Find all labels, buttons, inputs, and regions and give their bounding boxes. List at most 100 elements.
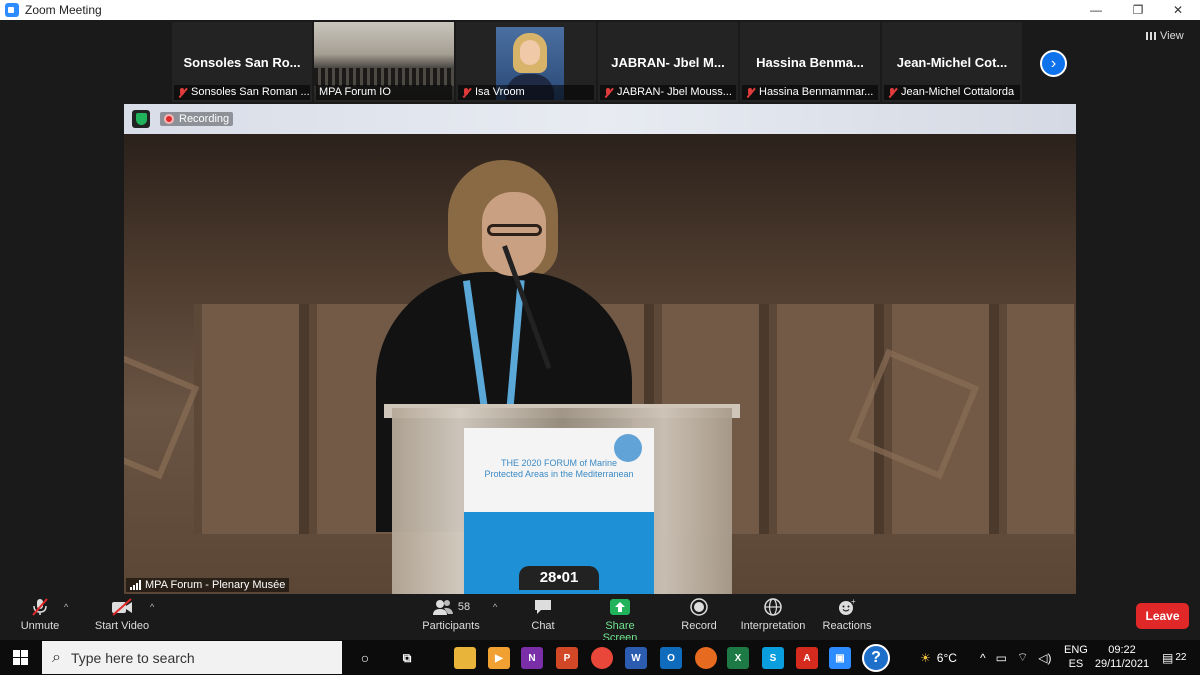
participants-options-caret[interactable]: ^	[493, 602, 497, 612]
leave-button[interactable]: Leave	[1136, 603, 1189, 629]
window-titlebar: Zoom Meeting — ❐ ✕	[0, 0, 1200, 20]
recording-indicator[interactable]: Recording	[160, 112, 234, 126]
poster-date: 28•01	[519, 566, 599, 590]
search-placeholder: Type here to search	[70, 649, 195, 666]
onenote-icon[interactable]: N	[521, 647, 543, 669]
windows-logo-icon	[12, 650, 28, 665]
participant-tile[interactable]: Sonsoles San Ro... Sonsoles San Roman ..…	[172, 22, 312, 102]
start-video-button[interactable]: Start Video	[92, 598, 152, 632]
participant-name: JABRAN- Jbel M...	[611, 55, 725, 70]
outlook-icon[interactable]: O	[660, 647, 682, 669]
mic-muted-icon	[31, 598, 49, 616]
zoom-logo-icon	[5, 3, 19, 17]
battery-icon[interactable]: ▭	[996, 651, 1007, 665]
window-title: Zoom Meeting	[25, 3, 102, 17]
taskbar-search-box[interactable]: ⌕ Type here to search	[42, 641, 342, 674]
audio-options-caret[interactable]: ^	[64, 602, 68, 612]
participant-caption-text: Hassina Benmammar...	[759, 86, 874, 98]
record-icon	[690, 598, 708, 616]
participant-caption: Isa Vroom	[458, 85, 594, 100]
participant-tile[interactable]: Hassina Benma... Hassina Benmammar...	[740, 22, 880, 102]
notifications-button[interactable]: ▤ 22	[1162, 640, 1186, 675]
video-name-label: MPA Forum - Plenary Musée	[126, 578, 290, 592]
file-explorer-icon[interactable]	[454, 647, 476, 669]
meeting-stage: Sonsoles San Ro... Sonsoles San Roman ..…	[0, 20, 1200, 640]
excel-icon[interactable]: X	[727, 647, 749, 669]
recording-label: Recording	[179, 113, 230, 125]
skype-icon[interactable]: S	[762, 647, 784, 669]
volume-icon[interactable]: ◁)	[1038, 651, 1051, 665]
video-name-text: MPA Forum - Plenary Musée	[145, 579, 286, 591]
meeting-toolbar: Unmute ^ Start Video ^ 58 Participants ^…	[0, 594, 1200, 644]
unmute-button[interactable]: Unmute	[20, 598, 60, 632]
participant-caption: Jean-Michel Cottalorda	[884, 85, 1020, 100]
chevron-up-icon[interactable]: ^	[980, 651, 986, 665]
record-label: Record	[681, 620, 717, 632]
firefox-icon[interactable]	[695, 647, 717, 669]
chevron-right-icon: ›	[1050, 54, 1057, 72]
globe-icon	[764, 598, 782, 616]
acrobat-icon[interactable]: A	[796, 647, 818, 669]
record-button[interactable]: Record	[678, 598, 720, 632]
participants-icon: 58	[432, 598, 470, 616]
system-tray: ^ ▭ ⌔ ◁)	[980, 640, 1052, 675]
participant-tile[interactable]: JABRAN- Jbel M... JABRAN- Jbel Mouss...	[598, 22, 738, 102]
participant-caption: MPA Forum IO	[316, 85, 452, 100]
cortana-icon[interactable]: ○	[354, 647, 376, 669]
participant-tile[interactable]: MPA Forum IO	[314, 22, 454, 102]
participant-tile[interactable]: Isa Vroom	[456, 22, 596, 102]
minimize-button[interactable]: —	[1078, 0, 1114, 20]
next-page-button[interactable]: ›	[1040, 50, 1067, 77]
participant-tile[interactable]: Jean-Michel Cot... Jean-Michel Cottalord…	[882, 22, 1022, 102]
video-options-caret[interactable]: ^	[150, 602, 154, 612]
view-button[interactable]: View	[1146, 30, 1184, 42]
task-view-icon[interactable]: ⧉	[396, 647, 418, 669]
unmute-label: Unmute	[20, 620, 60, 632]
close-button[interactable]: ✕	[1160, 0, 1196, 20]
language-top: ENG	[1064, 644, 1088, 656]
participants-label: Participants	[422, 620, 480, 632]
language-indicator[interactable]: ENG ES	[1064, 643, 1088, 671]
participant-name: Jean-Michel Cot...	[896, 55, 1008, 70]
mic-muted-icon	[603, 87, 613, 99]
chat-label: Chat	[531, 620, 555, 632]
main-video[interactable]: THE 2020 FORUM of Marine Protected Areas…	[124, 104, 1076, 594]
search-icon: ⌕	[52, 648, 61, 666]
start-button[interactable]	[0, 640, 40, 675]
participant-caption-text: Jean-Michel Cottalorda	[901, 86, 1015, 98]
restore-button[interactable]: ❐	[1120, 0, 1156, 20]
emoji-plus-icon: +	[837, 598, 857, 616]
participants-button[interactable]: 58 Participants	[420, 598, 482, 632]
grid-icon	[1146, 32, 1156, 40]
mic-muted-icon	[177, 87, 187, 99]
participants-count: 58	[457, 601, 471, 613]
share-screen-icon	[609, 598, 631, 616]
security-shield-button[interactable]	[132, 110, 150, 128]
share-screen-button[interactable]: Share Screen	[588, 598, 652, 644]
weather-temp: 6°C	[936, 650, 957, 665]
powerpoint-icon[interactable]: P	[556, 647, 578, 669]
chrome-icon[interactable]	[591, 647, 613, 669]
system-clock[interactable]: 09:22 29/11/2021	[1092, 643, 1152, 671]
reactions-button[interactable]: + Reactions	[822, 598, 872, 632]
media-player-icon[interactable]: ▶	[488, 647, 510, 669]
wifi-icon[interactable]: ⌔	[1017, 650, 1028, 665]
reactions-label: Reactions	[822, 620, 872, 632]
signal-strength-icon	[130, 580, 141, 590]
participants-strip: Sonsoles San Ro... Sonsoles San Roman ..…	[172, 22, 1022, 102]
chat-icon	[534, 598, 552, 616]
help-icon[interactable]: ?	[862, 644, 890, 672]
participant-caption-text: JABRAN- Jbel Mouss...	[617, 86, 732, 98]
chat-button[interactable]: Chat	[523, 598, 563, 632]
participant-caption-text: MPA Forum IO	[319, 86, 391, 98]
interpretation-button[interactable]: Interpretation	[738, 598, 808, 632]
participant-caption: JABRAN- Jbel Mouss...	[600, 85, 736, 100]
word-icon[interactable]: W	[625, 647, 647, 669]
interpretation-label: Interpretation	[740, 620, 806, 632]
podium-poster: THE 2020 FORUM of Marine Protected Areas…	[464, 428, 654, 594]
participant-caption-text: Sonsoles San Roman ...	[191, 86, 310, 98]
language-bottom: ES	[1068, 658, 1084, 670]
zoom-taskbar-icon[interactable]: ▣	[829, 647, 851, 669]
clock-date: 29/11/2021	[1094, 658, 1150, 670]
weather-widget[interactable]: ☀ 6°C	[920, 640, 957, 675]
